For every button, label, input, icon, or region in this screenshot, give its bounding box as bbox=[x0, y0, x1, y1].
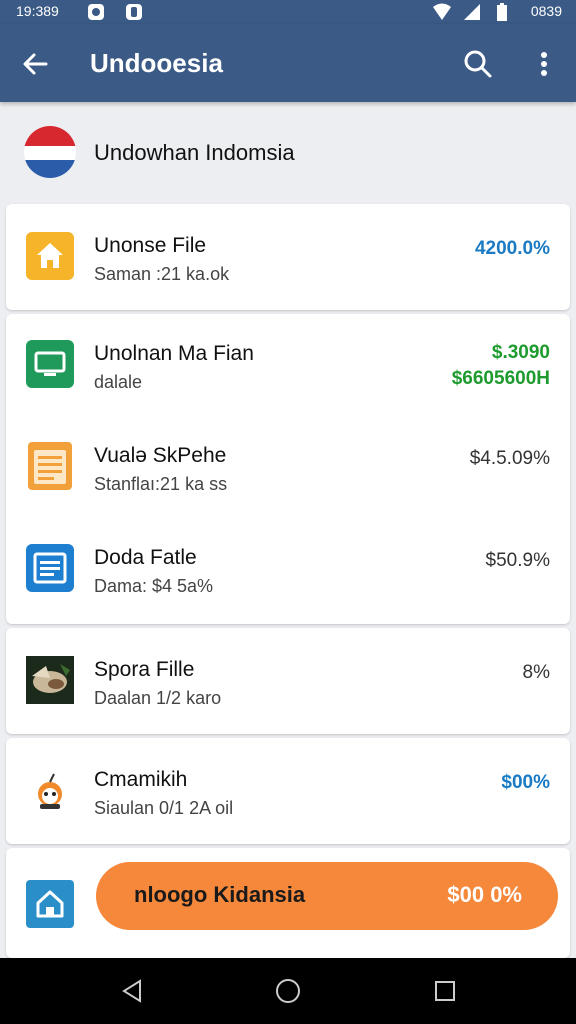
list-item[interactable]: Doda Fatle Dama: $4 5a% $50.9% bbox=[6, 518, 570, 618]
promo-button[interactable]: nloogo Kidansia $00 0% bbox=[96, 862, 558, 930]
more-vert-icon[interactable] bbox=[530, 46, 558, 82]
indonesia-flag-icon bbox=[24, 126, 76, 178]
list-icon bbox=[26, 544, 74, 592]
food-photo-icon bbox=[26, 656, 74, 704]
item-subtitle: Stanflaı:21 ka ss bbox=[94, 474, 228, 494]
system-nav-bar bbox=[0, 958, 576, 1024]
app-title: Undooesia bbox=[90, 48, 223, 78]
search-icon[interactable] bbox=[460, 46, 496, 82]
back-triangle-icon[interactable] bbox=[118, 976, 148, 1006]
status-bar: 19:389 0839 bbox=[0, 0, 576, 24]
promo-value: $00 0% bbox=[447, 882, 522, 907]
file-card: Cmamikih Siaulan 0/1 2A oil $00% bbox=[6, 738, 570, 844]
item-subtitle: dalale bbox=[94, 372, 143, 392]
item-value: $50.9% bbox=[485, 550, 550, 571]
list-item[interactable]: Cmamikih Siaulan 0/1 2A oil $00% bbox=[6, 740, 570, 840]
list-item[interactable]: Unonse File Saman :21 ka.ok 4200.0% bbox=[6, 206, 570, 306]
item-name: Doda Fatle bbox=[94, 546, 197, 569]
list-item[interactable]: Spora Fille Daalan 1/2 karo 8% bbox=[6, 630, 570, 730]
item-value: 4200.0% bbox=[474, 238, 550, 259]
item-value: 8% bbox=[522, 662, 550, 683]
file-card: Spora Fille Daalan 1/2 karo 8% bbox=[6, 628, 570, 734]
app-bar: Undooesia bbox=[0, 24, 576, 102]
status-right-time: 0839 bbox=[530, 3, 562, 19]
item-value: $.3090 bbox=[491, 342, 550, 363]
item-value-secondary: $6605600H bbox=[451, 368, 550, 389]
list-item[interactable]: Unolnan Ma Fian dalale $.3090 $6605600H bbox=[6, 314, 570, 414]
signal-icon bbox=[464, 4, 480, 20]
character-icon bbox=[38, 773, 62, 809]
country-header: Undowhan Indomsia bbox=[0, 102, 576, 200]
item-name: Unonse File bbox=[94, 234, 207, 257]
item-subtitle: Siaulan 0/1 2A oil bbox=[94, 798, 234, 818]
item-name: Cmamikih bbox=[94, 768, 188, 791]
item-name: Vualə SkPehe bbox=[94, 444, 227, 467]
item-name: Unolnan Ma Fian bbox=[94, 342, 254, 365]
item-value: $00% bbox=[501, 772, 550, 793]
wifi-icon bbox=[433, 3, 451, 20]
item-value: $4.5.09% bbox=[469, 448, 550, 469]
promo-text: nloogo Kidansia bbox=[134, 882, 306, 907]
notification-icon bbox=[88, 4, 104, 20]
back-arrow-icon[interactable] bbox=[18, 46, 54, 82]
file-card: Unolnan Ma Fian dalale $.3090 $6605600H … bbox=[6, 314, 570, 624]
list-item[interactable]: Vualə SkPehe Stanflaı:21 ka ss $4.5.09% bbox=[6, 416, 570, 516]
status-time: 19:389 bbox=[16, 3, 59, 19]
recents-square-icon[interactable] bbox=[430, 976, 460, 1006]
item-subtitle: Dama: $4 5a% bbox=[94, 576, 214, 596]
item-subtitle: Saman :21 ka.ok bbox=[94, 264, 230, 284]
home-icon bbox=[26, 232, 74, 280]
item-name: Spora Fille bbox=[94, 658, 195, 681]
file-card: Unonse File Saman :21 ka.ok 4200.0% bbox=[6, 204, 570, 310]
camera-icon bbox=[126, 4, 142, 20]
home-circle-icon[interactable] bbox=[273, 976, 303, 1006]
battery-icon bbox=[497, 3, 507, 21]
document-icon bbox=[28, 442, 72, 490]
home-outline-icon[interactable] bbox=[26, 880, 74, 928]
country-label: Undowhan Indomsia bbox=[94, 140, 295, 165]
monitor-icon bbox=[26, 340, 74, 388]
item-subtitle: Daalan 1/2 karo bbox=[94, 688, 222, 708]
promo-card: nloogo Kidansia $00 0% bbox=[6, 848, 570, 958]
